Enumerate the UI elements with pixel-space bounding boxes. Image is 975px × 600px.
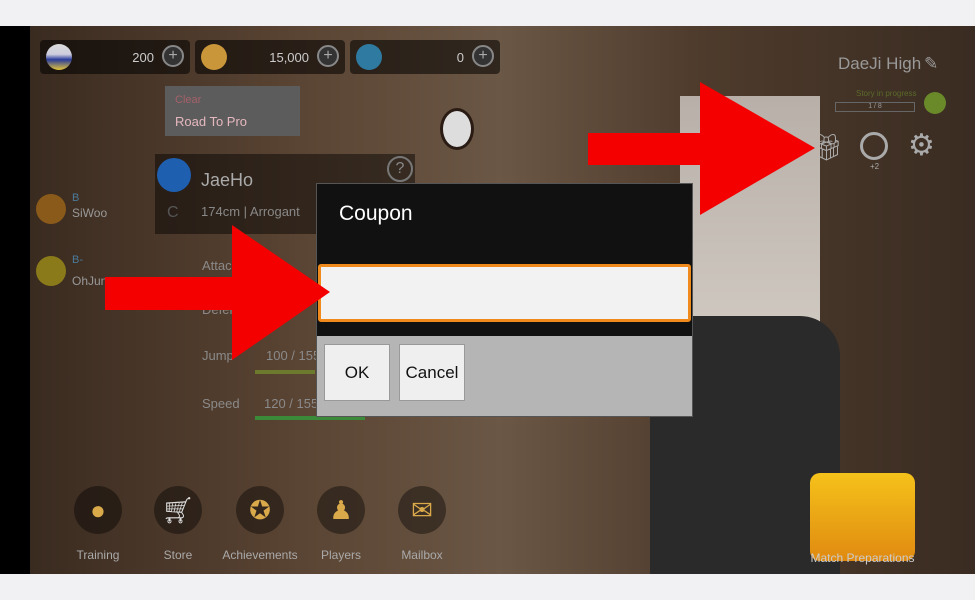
arrow-to-coupon-input [105,225,330,360]
arrow-to-gift-icon [588,82,815,215]
game-screen: 200 + 15,000 + 0 + Clear Road To Pro Jae… [0,26,975,574]
annotation-arrows [105,82,815,360]
